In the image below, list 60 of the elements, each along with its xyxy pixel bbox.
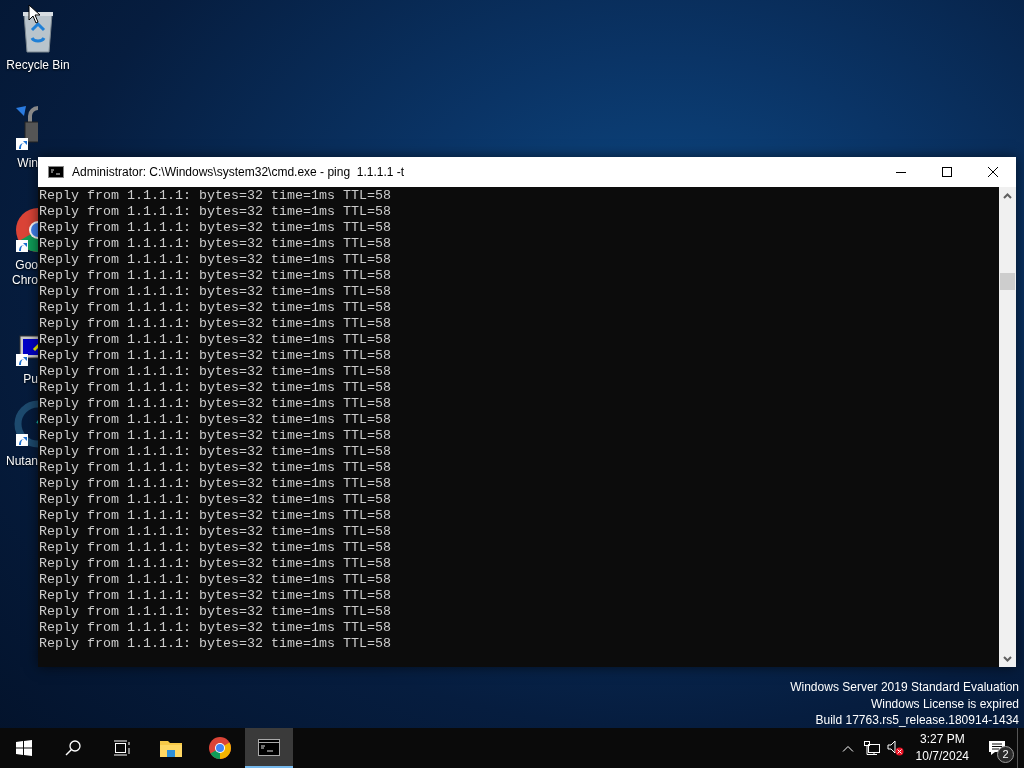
console-line: Reply from 1.1.1.1: bytes=32 time=1ms TTL=58 — [39, 572, 391, 588]
start-icon — [16, 740, 32, 756]
console-line: Reply from 1.1.1.1: bytes=32 time=1ms TTL=58 — [39, 332, 391, 348]
search-icon — [65, 740, 81, 756]
notifications-button[interactable]: 2 — [977, 728, 1017, 768]
edition-notice-text: Windows Server 2019 Standard Evaluation — [790, 679, 1019, 696]
clock[interactable]: 3:27 PM 10/7/2024 — [907, 728, 977, 768]
console-line: Reply from 1.1.1.1: bytes=32 time=1ms TTL=58 — [39, 188, 391, 204]
console-line: Reply from 1.1.1.1: bytes=32 time=1ms TTL=58 — [39, 348, 391, 364]
console-app-icon — [258, 738, 280, 756]
console-line: Reply from 1.1.1.1: bytes=32 time=1ms TTL=58 — [39, 316, 391, 332]
console-line: Reply from 1.1.1.1: bytes=32 time=1ms TTL=58 — [39, 460, 391, 476]
console-line: Reply from 1.1.1.1: bytes=32 time=1ms TTL=58 — [39, 428, 391, 444]
console-line: Reply from 1.1.1.1: bytes=32 time=1ms TTL=58 — [39, 220, 391, 236]
console-line: Reply from 1.1.1.1: bytes=32 time=1ms TTL=58 — [39, 284, 391, 300]
scrollbar[interactable] — [999, 187, 1016, 667]
edition-notice-text: Windows License is expired — [870, 695, 1019, 712]
clock-date: 10/7/2024 — [915, 748, 969, 765]
folder-icon — [160, 739, 182, 757]
console-line: Reply from 1.1.1.1: bytes=32 time=1ms TTL=58 — [39, 636, 391, 652]
console-line: Reply from 1.1.1.1: bytes=32 time=1ms TTL=58 — [39, 300, 391, 316]
desktop-icon-label[interactable]: Goo Chro — [0, 258, 38, 288]
clock-time: 3:27 PM — [919, 731, 965, 748]
console-line: Reply from 1.1.1.1: bytes=32 time=1ms TTL=58 — [39, 492, 391, 508]
console-line: Reply from 1.1.1.1: bytes=32 time=1ms TTL=58 — [39, 364, 391, 380]
console-line: Reply from 1.1.1.1: bytes=32 time=1ms TTL=58 — [39, 380, 391, 396]
console-line: Reply from 1.1.1.1: bytes=32 time=1ms TTL=58 — [39, 556, 391, 572]
console-line: Reply from 1.1.1.1: bytes=32 time=1ms TTL=58 — [39, 508, 391, 524]
console-line: Reply from 1.1.1.1: bytes=32 time=1ms TTL=58 — [39, 604, 391, 620]
console-line: Reply from 1.1.1.1: bytes=32 time=1ms TTL=58 — [39, 476, 391, 492]
console-line: Reply from 1.1.1.1: bytes=32 time=1ms TTL=58 — [39, 524, 391, 540]
desktop-icon-label[interactable]: Win — [0, 156, 38, 171]
console-line: Reply from 1.1.1.1: bytes=32 time=1ms TTL=58 — [39, 252, 391, 268]
desktop-icon-label[interactable]: Recycle Bin — [0, 58, 76, 73]
console-line: Reply from 1.1.1.1: bytes=32 time=1ms TTL=58 — [39, 412, 391, 428]
caret-up-icon[interactable] — [841, 744, 854, 752]
console-app-icon — [48, 166, 64, 178]
maximize-icon — [942, 167, 952, 177]
taskbar-button[interactable] — [245, 728, 293, 768]
desktop-icon-label[interactable]: Nutan — [0, 454, 38, 469]
network-icon[interactable] — [863, 741, 880, 755]
window-title: Administrator: C:\Windows\system32\cmd.exe - ping 1.1.1.1 -t — [72, 165, 406, 179]
console-line: Reply from 1.1.1.1: bytes=32 time=1ms TTL=58 — [39, 396, 391, 412]
browser-logo-icon — [208, 736, 232, 760]
close-icon — [988, 167, 998, 177]
ring-logo-icon[interactable] — [14, 400, 38, 448]
console-line: Reply from 1.1.1.1: bytes=32 time=1ms TTL=58 — [39, 236, 391, 252]
console-line: Reply from 1.1.1.1: bytes=32 time=1ms TTL=58 — [39, 620, 391, 636]
speaker-icon[interactable] — [886, 740, 905, 756]
console-line: Reply from 1.1.1.1: bytes=32 time=1ms TTL=58 — [39, 204, 391, 220]
mouse-cursor-icon — [28, 4, 41, 24]
desktop-icon-label[interactable]: Pu — [0, 372, 38, 387]
task-view-icon — [113, 740, 131, 756]
edition-notice-text: Build 17763.rs5_release.180914-1434 — [815, 712, 1019, 729]
console-line: Reply from 1.1.1.1: bytes=32 time=1ms TTL=58 — [39, 444, 391, 460]
console-line: Reply from 1.1.1.1: bytes=32 time=1ms TTL=58 — [39, 540, 391, 556]
scrollbar-thumb[interactable] — [1000, 273, 1015, 290]
console-line: Reply from 1.1.1.1: bytes=32 time=1ms TTL=58 — [39, 588, 391, 604]
console-line: Reply from 1.1.1.1: bytes=32 time=1ms TTL=58 — [39, 268, 391, 284]
notification-count-badge: 2 — [997, 746, 1014, 763]
